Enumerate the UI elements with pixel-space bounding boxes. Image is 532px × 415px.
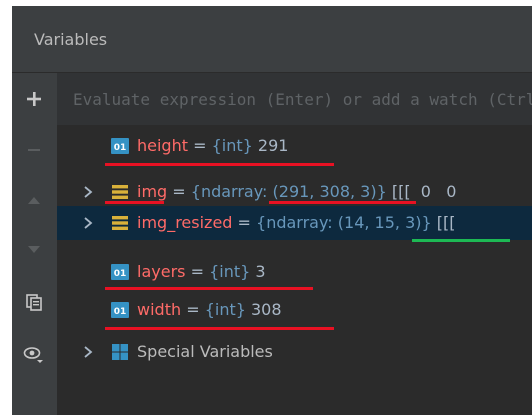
int-type-icon: 01	[111, 138, 129, 154]
variable-type: {int}	[204, 300, 246, 319]
variable-type: {int}	[209, 262, 251, 281]
annotation-underline	[412, 239, 510, 242]
chevron-right-icon[interactable]	[81, 185, 95, 199]
annotation-underline	[105, 163, 334, 166]
eye-icon	[23, 347, 43, 363]
copy-button[interactable]	[23, 291, 45, 313]
variable-name: height	[137, 136, 188, 155]
annotation-underline	[105, 327, 334, 330]
variable-value: [[[ 0 0	[386, 182, 457, 201]
variable-type: {ndarray:	[190, 182, 273, 201]
variables-panel: Variables Evaluate expression (Enter) or…	[12, 6, 532, 415]
variable-text: img_resized = {ndarray: (14, 15, 3)} [[[	[137, 213, 456, 232]
equals-sign: =	[167, 182, 191, 201]
svg-text:01: 01	[114, 269, 127, 279]
variable-value: [[[	[431, 213, 456, 232]
variable-name: layers	[137, 262, 186, 281]
variable-text: layers = {int} 3	[137, 262, 266, 281]
variable-row-img-resized[interactable]: img_resized = {ndarray: (14, 15, 3)} [[[	[57, 206, 532, 240]
variable-text: width = {int} 308	[137, 300, 282, 319]
annotation-underline	[269, 201, 416, 204]
variable-value: 3	[250, 262, 266, 281]
variable-text: img = {ndarray: (291, 308, 3)} [[[ 0 0	[137, 182, 456, 201]
equals-sign: =	[181, 300, 205, 319]
add-watch-button[interactable]	[23, 88, 45, 110]
variable-name: width	[137, 300, 182, 319]
panel-title: Variables	[34, 30, 108, 49]
remove-watch-button[interactable]	[23, 139, 45, 161]
variable-type: {int}	[211, 136, 253, 155]
variable-type: {ndarray:	[256, 213, 338, 232]
panel-header: Variables	[12, 6, 532, 72]
evaluate-expression-input[interactable]	[73, 87, 532, 111]
annotation-underline	[105, 287, 313, 290]
variable-value: 291	[252, 136, 289, 155]
move-up-button[interactable]	[23, 189, 45, 211]
screenshot-frame: Variables Evaluate expression (Enter) or…	[0, 0, 532, 415]
view-options-button[interactable]	[23, 343, 45, 365]
move-down-button[interactable]	[23, 239, 45, 261]
left-toolbar	[12, 73, 56, 415]
equals-sign: =	[188, 136, 212, 155]
type-close: }	[376, 182, 387, 201]
variables-content: 01 height = {int} 291 img = {ndarray: (2…	[57, 73, 532, 415]
variable-row-height[interactable]: 01 height = {int} 291	[57, 131, 532, 161]
triangle-up-icon	[28, 197, 40, 204]
array-shape: (291, 308, 3)	[272, 182, 377, 201]
special-vars-icon	[112, 344, 128, 360]
variable-name: img_resized	[137, 213, 233, 232]
svg-text:01: 01	[114, 143, 127, 153]
special-variables-label: Special Variables	[137, 342, 273, 361]
equals-sign: =	[185, 262, 210, 281]
type-close: }	[421, 213, 432, 232]
array-shape: (14, 15, 3)	[337, 213, 422, 232]
variable-name: img	[137, 182, 168, 201]
chevron-right-icon[interactable]	[81, 345, 95, 359]
chevron-right-icon[interactable]	[81, 216, 95, 230]
evaluate-row	[57, 73, 532, 126]
equals-sign: =	[232, 213, 257, 232]
variable-value: 308	[245, 300, 282, 319]
minus-icon	[28, 149, 40, 151]
special-variables-row[interactable]: Special Variables	[57, 337, 532, 367]
ndarray-type-icon	[112, 185, 128, 199]
int-type-icon: 01	[111, 264, 129, 280]
plus-icon	[27, 92, 41, 106]
int-type-icon: 01	[111, 302, 129, 318]
variable-row-layers[interactable]: 01 layers = {int} 3	[57, 257, 532, 287]
annotation-underline	[105, 201, 164, 204]
triangle-down-icon	[28, 246, 40, 253]
variable-text: height = {int} 291	[137, 136, 288, 155]
copy-icon	[26, 294, 42, 311]
svg-text:01: 01	[114, 307, 127, 317]
variable-row-width[interactable]: 01 width = {int} 308	[57, 295, 532, 325]
ndarray-type-icon	[112, 216, 128, 230]
